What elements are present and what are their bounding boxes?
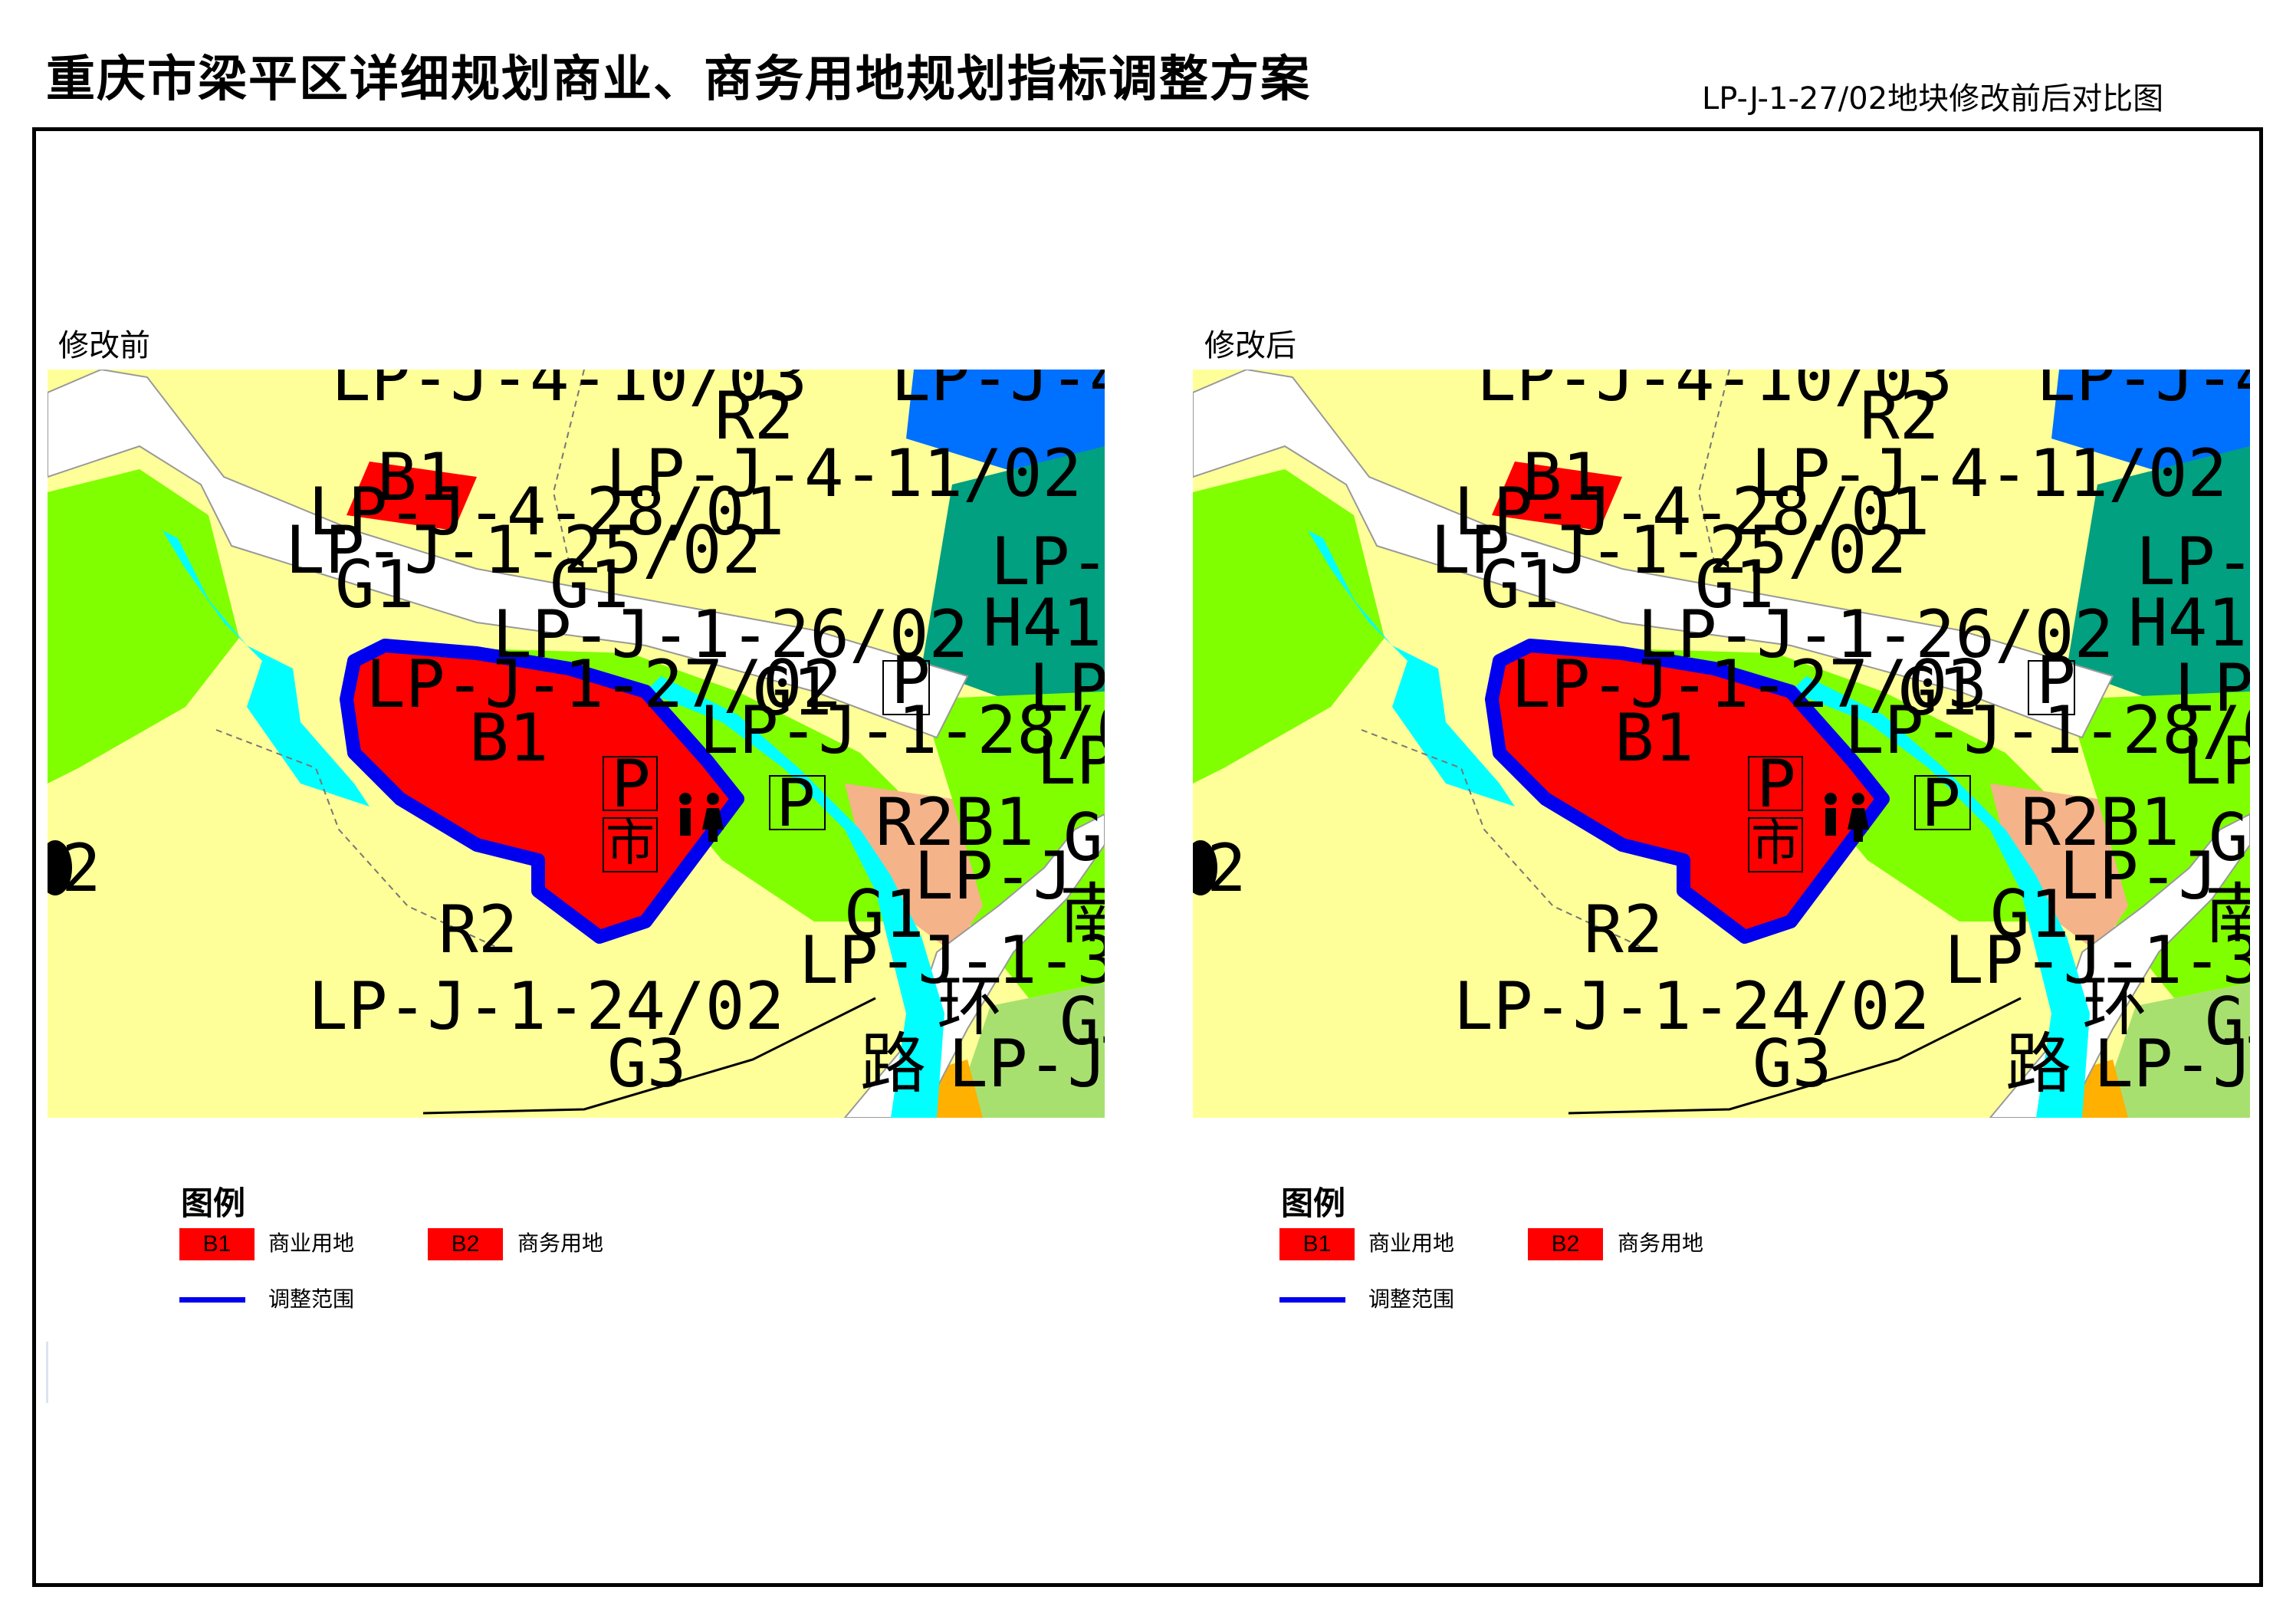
target-parcel-code: LP-J-1-27/02 (366, 646, 842, 723)
panel-label-before: 修改前 (58, 328, 150, 363)
map-label: G1 (1480, 547, 1560, 623)
map-label: 市 (1751, 816, 1800, 872)
legend-swatch-b2: B2 (1528, 1228, 1603, 1260)
legend-title: 图例 (181, 1184, 246, 1222)
legend-label-b2: 商务用地 (517, 1230, 604, 1256)
map-label: LP-J- (948, 1026, 1105, 1102)
map-before-svg: LP-J-4-10/03 R2 LP-J-4- B1 LP-J-4-11/02 … (48, 370, 1105, 1118)
map-label: LP-J (914, 838, 1072, 915)
page-subtitle: LP-J-1-27/02地块修改前后对比图 (1702, 81, 2164, 117)
legend-label-b2: 商务用地 (1618, 1230, 1704, 1256)
map-label: G1 (335, 547, 415, 623)
legend-swatch-b1: B1 (1279, 1228, 1355, 1260)
map-after-svg: LP-J-4-10/03 R2 LP-J-4- B1 LP-J-4-11/02 … (1193, 370, 2250, 1118)
legend-label-b1: 商业用地 (268, 1230, 355, 1256)
map-label: LP-J-4- (891, 370, 1105, 416)
map-label: LP-J- (2094, 1026, 2250, 1102)
map-label: LP-J-1-24/02 (1453, 968, 1930, 1045)
map-before[interactable]: LP-J-4-10/03 R2 LP-J-4- B1 LP-J-4-11/02 … (48, 370, 1105, 1118)
map-label: P (776, 765, 816, 842)
map-label: 市 (606, 816, 655, 872)
map-label: R2 (439, 892, 518, 968)
map-label: 2 (1207, 830, 1247, 907)
legend-swatch-b2: B2 (428, 1228, 503, 1260)
map-label: LP-J-4- (2036, 370, 2250, 416)
legend-title: 图例 (1281, 1184, 1346, 1222)
map-label: G3 (1752, 1026, 1832, 1102)
map-label: LP- (2182, 723, 2250, 800)
map-label: LP- (1036, 723, 1105, 800)
map-label: 路 (860, 1026, 926, 1102)
map-label: LP-J-1-24/02 (308, 968, 784, 1045)
map-label: P (1921, 765, 1961, 842)
legend-swatch-b1: B1 (179, 1228, 255, 1260)
legend-label-boundary: 调整范围 (268, 1286, 355, 1312)
map-label: R2 (1584, 892, 1664, 968)
map-label: LP-J (2059, 838, 2218, 915)
map-label: 2 (61, 830, 101, 907)
panel-label-after: 修改后 (1204, 328, 1296, 363)
legend-boundary-line (179, 1297, 245, 1303)
map-after[interactable]: LP-J-4-10/03 R2 LP-J-4- B1 LP-J-4-11/02 … (1193, 370, 2250, 1118)
map-label: G3 (607, 1026, 687, 1102)
page-title: 重庆市梁平区详细规划商业、商务用地规划指标调整方案 (46, 51, 1311, 108)
map-label: 路 (2005, 1026, 2071, 1102)
map-label: P (611, 746, 651, 823)
target-parcel-code: LP-J-1-27/03 (1511, 646, 1987, 723)
margin-mark (46, 1342, 48, 1403)
legend-boundary-line (1279, 1297, 1345, 1303)
map-label: P (1756, 746, 1796, 823)
legend-label-boundary: 调整范围 (1368, 1286, 1455, 1312)
legend-label-b1: 商业用地 (1368, 1230, 1455, 1256)
